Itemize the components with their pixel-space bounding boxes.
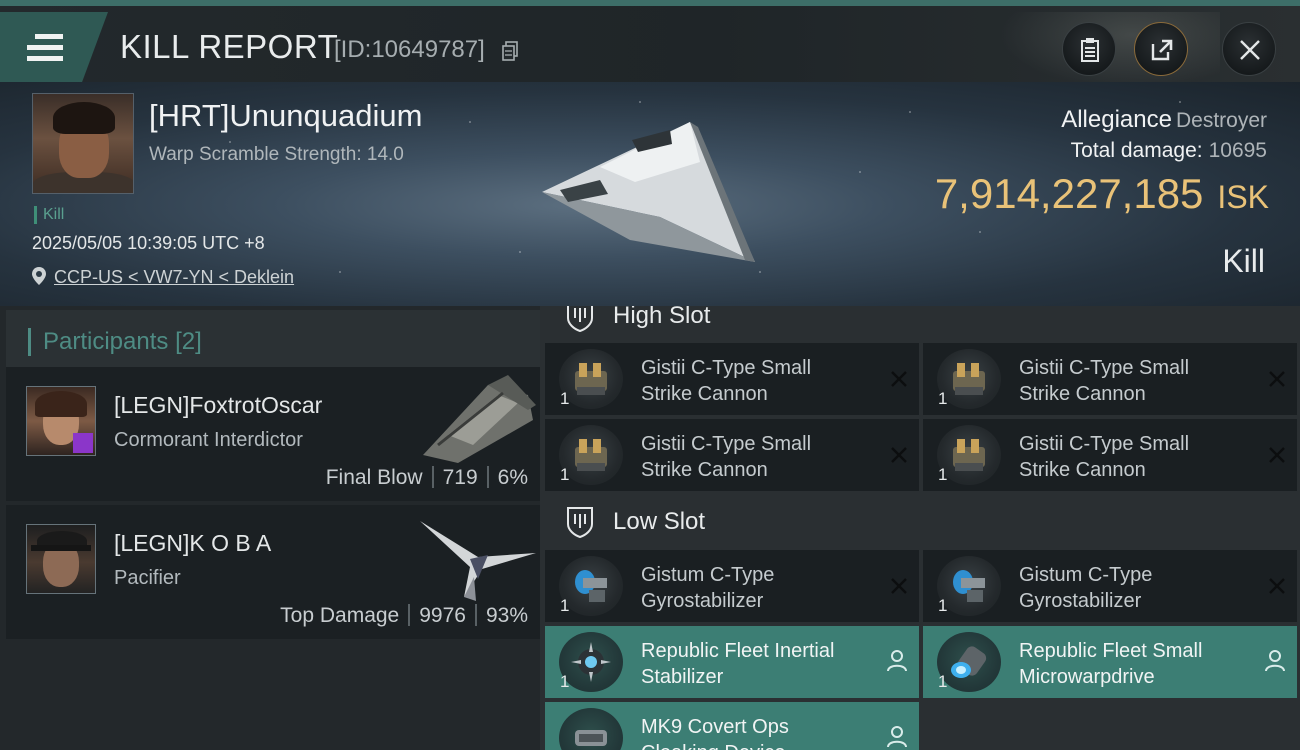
participant-role: Final Blow	[325, 466, 423, 489]
high-slot-label: High Slot	[613, 306, 711, 329]
participant-avatar[interactable]	[26, 524, 96, 594]
module-quantity: 1	[560, 465, 570, 484]
low-slot-header: Low Slot	[540, 496, 1300, 548]
result-label: Kill	[1222, 243, 1265, 279]
module-name: MK9 Covert OpsCloaking Device	[641, 716, 789, 750]
kill-datetime: 2025/05/05 10:39:05 UTC +8	[32, 233, 265, 253]
victim-summary: [HRT]Ununquadium Warp Scramble Strength:…	[0, 82, 1300, 306]
isk-amount: 7,914,227,185	[934, 170, 1204, 217]
destroyed-icon	[891, 447, 907, 463]
participants-count: [2]	[175, 328, 202, 355]
module-quantity: 1	[560, 596, 570, 615]
kill-location-link[interactable]: CCP-US < VW7-YN < Deklein	[54, 267, 294, 288]
participant-card[interactable]: [LEGN]K O B A Pacifier Top Damage 9976 93%	[6, 505, 540, 639]
total-damage-value: 10695	[1208, 139, 1267, 162]
module-name: Gistii C-Type Small Strike Cannon	[1019, 357, 1190, 405]
participant-ship-image	[420, 521, 536, 601]
allegiance-label: Allegiance	[1061, 106, 1172, 133]
hamburger-icon	[27, 34, 63, 62]
share-button[interactable]	[1134, 22, 1188, 76]
destroyed-icon	[1269, 578, 1285, 594]
victim-avatar[interactable]	[32, 93, 134, 194]
participant-percent: 93%	[485, 604, 528, 627]
module-item[interactable]: 1 Gistii C-Type Small Strike Cannon	[923, 419, 1297, 491]
module-name: Gistii C-Type Small Strike Cannon	[1019, 433, 1190, 481]
module-quantity: 1	[938, 465, 948, 484]
share-icon	[1151, 39, 1173, 61]
victim-ship-image	[542, 122, 755, 262]
allegiance: Allegiance Destroyer	[1061, 106, 1267, 134]
participant-role: Top Damage	[280, 604, 400, 627]
isk-unit: ISK	[1217, 179, 1269, 215]
location-pin-icon	[32, 267, 46, 285]
person-icon	[887, 726, 907, 748]
participant-ship-image	[423, 375, 536, 463]
destroyed-icon	[1269, 371, 1285, 387]
copy-icon[interactable]	[502, 41, 518, 61]
fitting-panel: High Slot 1 Gistii C-Type Small Strike Ca…	[540, 306, 1300, 750]
module-item[interactable]: 1 Gistii C-Type Small Strike Cannon	[545, 343, 919, 415]
isk-value: 7,914,227,185 ISK	[935, 170, 1269, 218]
low-slot-icon	[567, 507, 593, 538]
module-quantity: 1	[938, 596, 948, 615]
module-item[interactable]: 1 Gistum C-Type Gyrostabilizer	[545, 550, 919, 622]
module-name: Gistum C-Type Gyrostabilizer	[1019, 564, 1153, 612]
kill-tag: Kill	[34, 206, 64, 224]
participants-title: Participants [2]	[28, 328, 202, 356]
person-icon	[887, 650, 907, 672]
low-slot-label: Low Slot	[613, 508, 706, 535]
participant-ship: Pacifier	[114, 567, 181, 589]
participant-damage: 9976	[419, 604, 466, 627]
module-quantity: 1	[560, 389, 570, 408]
total-damage: Total damage: 10695	[1071, 139, 1267, 163]
participants-header: Participants [2]	[6, 310, 540, 370]
warp-scramble-strength: Warp Scramble Strength: 14.0	[149, 144, 404, 165]
participant-card[interactable]: [LEGN]FoxtrotOscar Cormorant Interdictor…	[6, 367, 540, 501]
participant-stats: Final Blow 719 6%	[326, 466, 528, 490]
participant-stats: Top Damage 9976 93%	[280, 604, 528, 628]
destroyed-icon	[1269, 447, 1285, 463]
close-button[interactable]	[1222, 22, 1276, 76]
participant-name[interactable]: [LEGN]K O B A	[114, 530, 271, 557]
participants-panel: Participants [2] [LEGN]FoxtrotOscar Corm…	[0, 306, 540, 750]
module-name: Gistum C-Type Gyrostabilizer	[641, 564, 775, 612]
module-name: Gistii C-Type Small Strike Cannon	[641, 357, 812, 405]
person-icon	[1265, 650, 1285, 672]
destroyed-icon	[891, 371, 907, 387]
module-item[interactable]: 1 Gistii C-Type Small Strike Cannon	[545, 419, 919, 491]
module-quantity: 1	[938, 672, 948, 691]
module-item[interactable]: 1 Gistii C-Type Small Strike Cannon	[923, 343, 1297, 415]
high-slot-header: High Slot	[540, 306, 1300, 342]
report-id: [ID:10649787]	[334, 36, 485, 63]
menu-button[interactable]	[0, 12, 108, 82]
cloaking-device-icon	[559, 708, 623, 750]
victim-name[interactable]: [HRT]Ununquadium	[149, 98, 422, 134]
module-item[interactable]: 1 Gistum C-Type Gyrostabilizer	[923, 550, 1297, 622]
clipboard-button[interactable]	[1062, 22, 1116, 76]
clipboard-icon	[1081, 38, 1099, 62]
badge-icon	[73, 433, 93, 453]
module-item[interactable]: MK9 Covert OpsCloaking Device	[545, 702, 919, 750]
destroyed-icon	[891, 578, 907, 594]
module-name: Gistii C-Type Small Strike Cannon	[641, 433, 812, 481]
high-slot-icon	[567, 306, 593, 332]
module-name: Republic Fleet Inertial Stabilizer	[641, 640, 835, 688]
participant-name[interactable]: [LEGN]FoxtrotOscar	[114, 392, 322, 419]
header-bar: KILL REPORT [ID:10649787]	[0, 0, 1300, 88]
module-name: Republic Fleet Small Microwarpdrive	[1019, 640, 1203, 688]
module-item[interactable]: 1 Republic Fleet Inertial Stabilizer	[545, 626, 919, 698]
participant-avatar[interactable]	[26, 386, 96, 456]
participant-damage: 719	[442, 466, 478, 489]
module-item[interactable]: 1 Republic Fleet Small Microwarpdrive	[923, 626, 1297, 698]
page-title: KILL REPORT	[120, 28, 339, 65]
allegiance-value: Destroyer	[1175, 109, 1267, 132]
total-damage-label: Total damage:	[1070, 139, 1203, 162]
participant-percent: 6%	[497, 466, 528, 489]
module-quantity: 1	[560, 672, 570, 691]
participant-ship: Cormorant Interdictor	[114, 429, 303, 451]
close-icon	[1240, 40, 1260, 60]
module-quantity: 1	[938, 389, 948, 408]
